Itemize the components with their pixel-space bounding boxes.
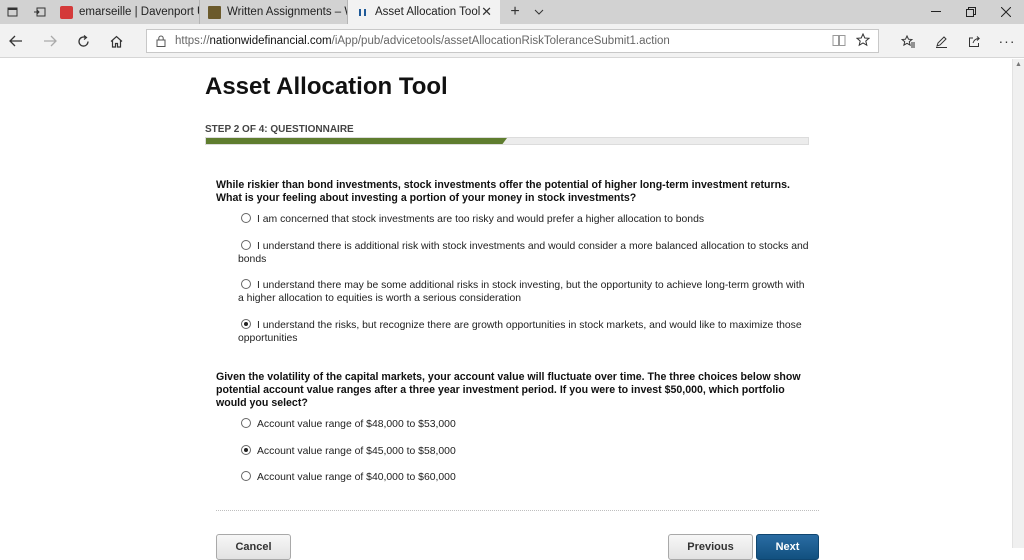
q1-option-1[interactable]: I am concerned that stock investments ar… bbox=[238, 213, 813, 227]
navigation-bar: https://nationwidefinancial.com/iApp/pub… bbox=[0, 24, 1024, 58]
radio-button[interactable] bbox=[241, 279, 251, 289]
minimize-icon[interactable] bbox=[918, 0, 954, 24]
option-label: I understand there is additional risk wi… bbox=[238, 241, 809, 265]
scroll-up-arrow-icon[interactable]: ▲ bbox=[1015, 61, 1022, 68]
favorite-star-icon[interactable] bbox=[855, 32, 871, 52]
progress-fill bbox=[206, 138, 507, 145]
url-prefix: https:// bbox=[175, 35, 210, 47]
tab-preview-chevron-icon[interactable] bbox=[526, 0, 552, 24]
q2-option-1[interactable]: Account value range of $48,000 to $53,00… bbox=[238, 418, 813, 432]
more-options-icon[interactable]: ··· bbox=[995, 29, 1019, 53]
option-label: Account value range of $40,000 to $60,00… bbox=[257, 472, 456, 483]
option-label: Account value range of $45,000 to $58,00… bbox=[257, 446, 456, 457]
document-favicon-icon bbox=[208, 5, 221, 19]
cancel-button[interactable]: Cancel bbox=[216, 534, 291, 560]
close-tab-icon[interactable]: ✕ bbox=[481, 4, 492, 20]
page-title: Asset Allocation Tool bbox=[205, 73, 448, 100]
radio-button[interactable] bbox=[241, 213, 251, 223]
next-button[interactable]: Next bbox=[756, 534, 819, 560]
radio-button[interactable] bbox=[241, 319, 251, 329]
tab-emarseille[interactable]: emarseille | Davenport Univ bbox=[52, 0, 200, 24]
refresh-icon[interactable] bbox=[71, 29, 95, 53]
tab-written-assignments[interactable]: Written Assignments – Win bbox=[200, 0, 348, 24]
pen-icon[interactable] bbox=[929, 29, 953, 53]
tab-title: emarseille | Davenport Univ bbox=[79, 6, 199, 18]
restore-icon[interactable] bbox=[953, 0, 989, 24]
question-1-text: While riskier than bond investments, sto… bbox=[216, 179, 790, 204]
reading-view-icon[interactable] bbox=[832, 34, 846, 52]
step-indicator: STEP 2 OF 4: QUESTIONNAIRE bbox=[205, 124, 354, 135]
share-icon[interactable] bbox=[962, 29, 986, 53]
nationwide-favicon-icon bbox=[356, 6, 369, 19]
radio-button[interactable] bbox=[241, 418, 251, 428]
tab-actions-icon[interactable] bbox=[0, 0, 26, 24]
q1-option-3[interactable]: I understand there may be some additiona… bbox=[238, 279, 813, 305]
q2-option-3[interactable]: Account value range of $40,000 to $60,00… bbox=[238, 471, 813, 485]
divider bbox=[216, 510, 819, 511]
q1-option-4[interactable]: I understand the risks, but recognize th… bbox=[238, 319, 813, 345]
radio-button[interactable] bbox=[241, 445, 251, 455]
forward-arrow-icon[interactable] bbox=[38, 29, 62, 53]
url-text: https://nationwidefinancial.com/iApp/pub… bbox=[175, 35, 670, 47]
close-window-icon[interactable] bbox=[988, 0, 1024, 24]
favorites-hub-icon[interactable] bbox=[896, 29, 920, 53]
back-arrow-icon[interactable] bbox=[4, 29, 28, 53]
vertical-scrollbar[interactable]: ▲ bbox=[1012, 59, 1024, 548]
option-label: I am concerned that stock investments ar… bbox=[257, 214, 705, 225]
page-content: Asset Allocation Tool STEP 2 OF 4: QUEST… bbox=[0, 59, 1012, 560]
option-label: Account value range of $48,000 to $53,00… bbox=[257, 419, 456, 430]
tab-strip: emarseille | Davenport Univ Written Assi… bbox=[0, 0, 1024, 24]
tab-asset-allocation[interactable]: Asset Allocation Tool ✕ bbox=[348, 0, 500, 24]
url-host: nationwidefinancial.com bbox=[209, 35, 332, 47]
davenport-favicon-icon bbox=[60, 5, 73, 19]
set-tabs-aside-icon[interactable] bbox=[26, 0, 52, 24]
home-icon[interactable] bbox=[104, 29, 128, 53]
option-label: I understand there may be some additiona… bbox=[238, 280, 805, 304]
tab-title: Written Assignments – Win bbox=[227, 6, 347, 18]
url-path: /iApp/pub/advicetools/assetAllocationRis… bbox=[331, 35, 670, 47]
radio-button[interactable] bbox=[241, 240, 251, 250]
question-2-text: Given the volatility of the capital mark… bbox=[216, 371, 801, 409]
tab-title: Asset Allocation Tool bbox=[375, 6, 481, 18]
radio-button[interactable] bbox=[241, 471, 251, 481]
q1-option-2[interactable]: I understand there is additional risk wi… bbox=[238, 240, 813, 266]
new-tab-button[interactable]: + bbox=[502, 0, 528, 24]
lock-icon bbox=[156, 35, 166, 47]
previous-button[interactable]: Previous bbox=[668, 534, 753, 560]
q2-option-2[interactable]: Account value range of $45,000 to $58,00… bbox=[238, 445, 813, 459]
progress-bar bbox=[205, 137, 809, 145]
option-label: I understand the risks, but recognize th… bbox=[238, 320, 802, 344]
address-bar[interactable]: https://nationwidefinancial.com/iApp/pub… bbox=[146, 29, 879, 53]
